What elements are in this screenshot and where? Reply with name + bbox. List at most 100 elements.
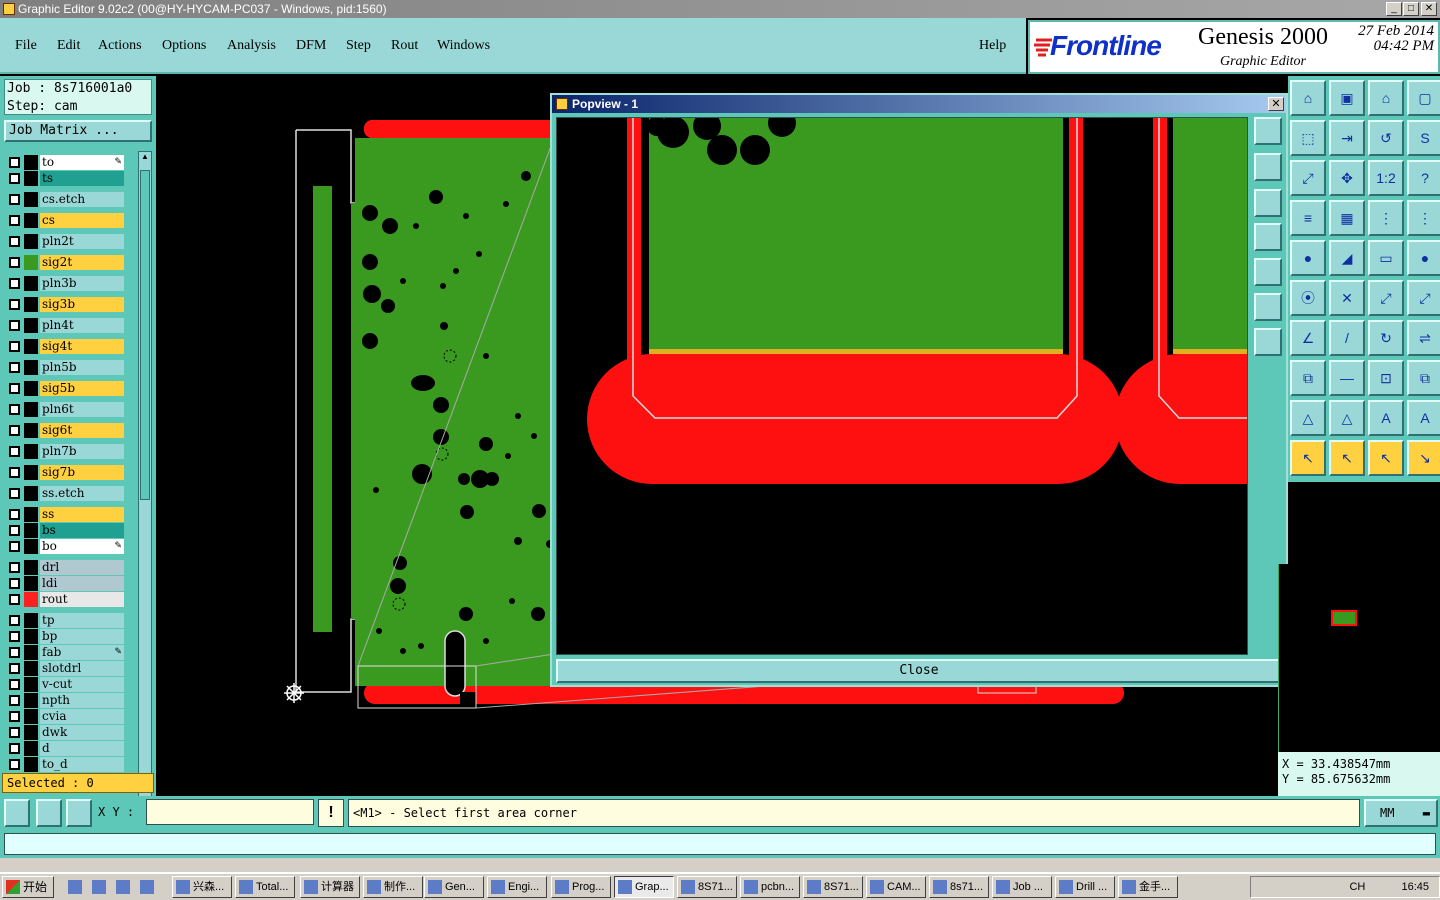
- layer-row-ldi[interactable]: ldi: [6, 576, 126, 591]
- layer-row-sig4t[interactable]: sig4t: [6, 339, 126, 354]
- layer-row-cs.etch[interactable]: cs.etch: [6, 192, 126, 207]
- ie-icon[interactable]: [68, 880, 82, 894]
- layer-name[interactable]: npth: [40, 693, 124, 708]
- node-icon[interactable]: ⦿: [1290, 280, 1326, 316]
- close-window-button[interactable]: ✕: [1421, 2, 1437, 16]
- triangle-blue-icon[interactable]: △: [1329, 400, 1365, 436]
- pointer-node-icon[interactable]: ↘: [1407, 440, 1440, 476]
- layer-color-swatch[interactable]: [24, 213, 38, 228]
- layer-checkbox[interactable]: [9, 695, 20, 706]
- layer-row-sig5b[interactable]: sig5b: [6, 381, 126, 396]
- layer-color-swatch[interactable]: [24, 360, 38, 375]
- layer-name[interactable]: cvia: [40, 709, 124, 724]
- layer-checkbox[interactable]: [9, 711, 20, 722]
- layer-color-swatch[interactable]: [24, 423, 38, 438]
- menu-actions[interactable]: Actions: [98, 38, 142, 54]
- menu-rout[interactable]: Rout: [391, 38, 418, 54]
- language-indicator[interactable]: CH: [1349, 881, 1365, 893]
- layer-name[interactable]: ss: [40, 507, 124, 522]
- layer-checkbox[interactable]: [9, 215, 20, 226]
- layer-row-cvia[interactable]: cvia: [6, 709, 126, 724]
- popview-zoom-in-icon[interactable]: [1254, 293, 1282, 321]
- rotate-icon[interactable]: ↺: [1368, 120, 1404, 156]
- layer-checkbox[interactable]: [9, 663, 20, 674]
- minimize-button[interactable]: _: [1386, 2, 1402, 16]
- taskbar-task[interactable]: Grap...: [614, 876, 674, 898]
- layer-row-pln6t[interactable]: pln6t: [6, 402, 126, 417]
- layer-color-swatch[interactable]: [24, 539, 38, 554]
- layer-name[interactable]: sig2t: [40, 255, 124, 270]
- layer-scrollbar[interactable]: ▲ ▼: [138, 151, 152, 843]
- layer-checkbox[interactable]: [9, 404, 20, 415]
- layer-color-swatch[interactable]: [24, 297, 38, 312]
- layer-checkbox[interactable]: [9, 488, 20, 499]
- menu-edit[interactable]: Edit: [57, 38, 80, 54]
- layer-color-swatch[interactable]: [24, 677, 38, 692]
- box-select-icon[interactable]: ⧉: [1290, 360, 1326, 396]
- layer-color-swatch[interactable]: [24, 171, 38, 186]
- popview-pan-up-icon[interactable]: [1254, 153, 1282, 181]
- pan-icon[interactable]: ✥: [1329, 160, 1365, 196]
- layer-color-swatch[interactable]: [24, 576, 38, 591]
- layer-row-pln5b[interactable]: pln5b: [6, 360, 126, 375]
- layer-row-bs[interactable]: bs: [6, 523, 126, 538]
- layer-checkbox[interactable]: [9, 425, 20, 436]
- taskbar-task[interactable]: 8S71...: [803, 876, 863, 898]
- taskbar-task[interactable]: Drill ...: [1055, 876, 1115, 898]
- layer-color-swatch[interactable]: [24, 507, 38, 522]
- layer-color-swatch[interactable]: [24, 560, 38, 575]
- layer-checkbox[interactable]: [9, 759, 20, 770]
- layer-name[interactable]: pln3b: [40, 276, 124, 291]
- layer-name[interactable]: sig3b: [40, 297, 124, 312]
- layer-row-sig6t[interactable]: sig6t: [6, 423, 126, 438]
- layer-row-dwk[interactable]: dwk: [6, 725, 126, 740]
- layer-row-fab[interactable]: fab ✎: [6, 645, 126, 660]
- layer-checkbox[interactable]: [9, 509, 20, 520]
- units-select[interactable]: MM ▬: [1364, 799, 1438, 827]
- layer-name[interactable]: bp: [40, 629, 124, 644]
- arc-icon[interactable]: ↻: [1368, 320, 1404, 356]
- popview-pan-right-icon[interactable]: [1254, 258, 1282, 286]
- layer-row-pln3b[interactable]: pln3b: [6, 276, 126, 291]
- layer-row-to[interactable]: to ✎: [6, 155, 126, 170]
- layer-checkbox[interactable]: [9, 679, 20, 690]
- layer-checkbox[interactable]: [9, 236, 20, 247]
- triangle-icon[interactable]: △: [1290, 400, 1326, 436]
- house-icon[interactable]: ⌂: [1368, 80, 1404, 116]
- layer-color-swatch[interactable]: [24, 276, 38, 291]
- pointer-red-icon[interactable]: ↖: [1368, 440, 1404, 476]
- layer-checkbox[interactable]: [9, 467, 20, 478]
- layer-name[interactable]: tp: [40, 613, 124, 628]
- layer-name[interactable]: d: [40, 741, 124, 756]
- split-icon[interactable]: ⇌: [1407, 320, 1440, 356]
- menu-step[interactable]: Step: [346, 38, 371, 54]
- layer-checkbox[interactable]: [9, 541, 20, 552]
- command-input[interactable]: [4, 833, 1436, 855]
- layer-row-tp[interactable]: tp: [6, 613, 126, 628]
- layer-color-swatch[interactable]: [24, 661, 38, 676]
- grid-view-icon[interactable]: ▦: [1329, 200, 1365, 236]
- layer-color-swatch[interactable]: [24, 693, 38, 708]
- layer-row-ts[interactable]: ts: [6, 171, 126, 186]
- taskbar-task[interactable]: CAM...: [866, 876, 926, 898]
- menu-windows[interactable]: Windows: [437, 38, 490, 54]
- layer-color-swatch[interactable]: [24, 613, 38, 628]
- export-icon[interactable]: ⇥: [1329, 120, 1365, 156]
- window-icon[interactable]: ▢: [1407, 80, 1440, 116]
- flip-icon[interactable]: S: [1407, 120, 1440, 156]
- layer-row-slotdrl[interactable]: slotdrl: [6, 661, 126, 676]
- layer-row-rout[interactable]: rout: [6, 592, 126, 607]
- triangle-b-icon[interactable]: A: [1407, 400, 1440, 436]
- taskbar-task[interactable]: Prog...: [551, 876, 611, 898]
- angle-icon[interactable]: ∠: [1290, 320, 1326, 356]
- layer-color-swatch[interactable]: [24, 155, 38, 170]
- layer-row-v-cut[interactable]: v-cut: [6, 677, 126, 692]
- layer-name[interactable]: sig5b: [40, 381, 124, 396]
- layer-name[interactable]: slotdrl: [40, 661, 124, 676]
- taskbar-task[interactable]: 计算器: [300, 876, 360, 898]
- layer-stack-icon[interactable]: ⋮: [1368, 200, 1404, 236]
- layer-checkbox[interactable]: [9, 446, 20, 457]
- taskbar-task[interactable]: 8S71...: [677, 876, 737, 898]
- scroll-thumb[interactable]: [140, 170, 150, 500]
- layer-color-swatch[interactable]: [24, 318, 38, 333]
